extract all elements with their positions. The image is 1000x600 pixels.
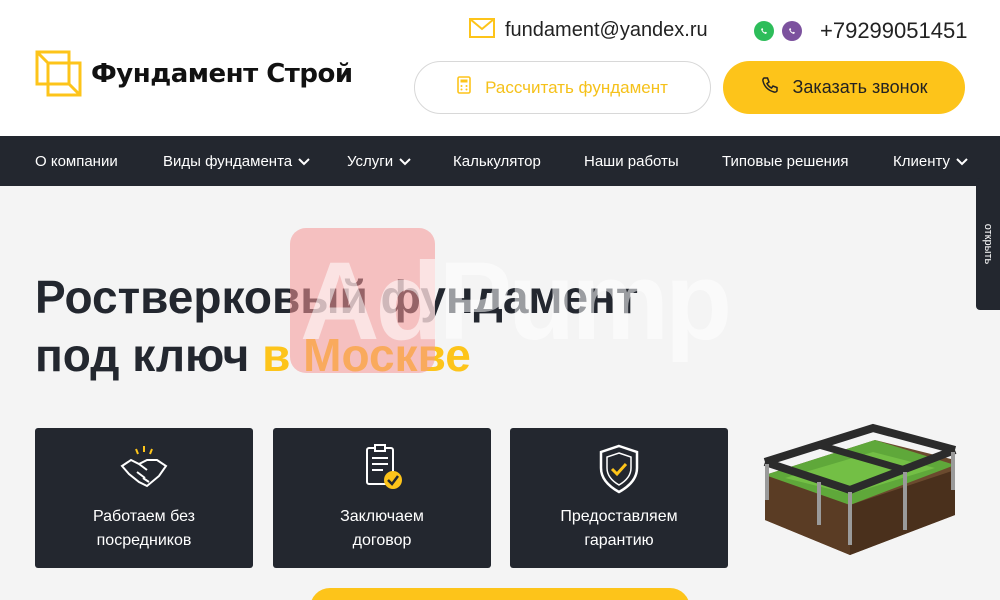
feature-card-contract: Заключаем договор — [273, 428, 491, 568]
email-contact[interactable]: fundament@yandex.ru — [469, 18, 708, 43]
viber-icon[interactable] — [782, 21, 802, 41]
nav-item-about[interactable]: О компании — [35, 136, 118, 186]
calculator-icon — [457, 76, 471, 99]
nav-item-calculator[interactable]: Калькулятор — [453, 136, 541, 186]
logo-mark-icon — [35, 50, 83, 98]
main-navigation: О компании Виды фундамента Услуги Кальку… — [0, 136, 1000, 186]
logo[interactable]: Фундамент Строй — [35, 50, 353, 98]
email-link[interactable]: fundament@yandex.ru — [505, 19, 708, 42]
phone-icon — [761, 76, 779, 99]
phone-link[interactable]: +79299051451 — [820, 18, 967, 44]
nav-item-foundation-types[interactable]: Виды фундамента — [163, 136, 310, 186]
nav-item-label: Виды фундамента — [163, 152, 293, 170]
calculate-foundation-label: Рассчитать фундамент — [485, 77, 668, 97]
side-open-tab-label: открыть — [982, 223, 994, 265]
nav-item-label: Калькулятор — [453, 152, 541, 170]
side-open-tab[interactable]: открыть — [976, 178, 1000, 310]
calculate-foundation-button[interactable]: Рассчитать фундамент — [414, 61, 711, 114]
order-call-label: Заказать звонок — [792, 77, 928, 97]
watermark-text: AdPump — [300, 240, 732, 363]
feature-label: Работаем без посредников — [92, 508, 195, 549]
nav-item-label: Услуги — [347, 152, 394, 170]
foundation-illustration — [755, 420, 965, 570]
chevron-down-icon — [298, 153, 310, 170]
nav-item-label: Типовые решения — [722, 152, 849, 170]
feature-card-guarantee: Предоставляем гарантию — [510, 428, 728, 568]
nav-item-typical-solutions[interactable]: Типовые решения — [722, 136, 848, 186]
phone-contact[interactable]: +79299051451 — [754, 18, 967, 44]
handshake-icon — [117, 442, 171, 496]
mail-icon — [469, 18, 495, 43]
nav-item-our-works[interactable]: Наши работы — [584, 136, 679, 186]
chevron-down-icon — [956, 153, 968, 170]
contract-icon — [355, 442, 409, 496]
nav-item-label: Клиенту — [893, 152, 951, 170]
order-call-button[interactable]: Заказать звонок — [723, 61, 965, 114]
feature-card-no-intermediaries: Работаем без посредников — [35, 428, 253, 568]
hero-title-plain: под ключ — [35, 329, 263, 381]
logo-name: Фундамент Строй — [91, 59, 353, 89]
feature-label: Предоставляем гарантию — [560, 508, 678, 549]
chevron-down-icon — [399, 153, 411, 170]
hero-cta-button[interactable] — [310, 588, 690, 600]
feature-label: Заключаем договор — [340, 508, 424, 549]
nav-item-label: Наши работы — [584, 152, 679, 170]
nav-item-services[interactable]: Услуги — [347, 136, 411, 186]
nav-item-label: О компании — [35, 152, 118, 170]
whatsapp-icon[interactable] — [754, 21, 774, 41]
site-header: Фундамент Строй fundament@yandex.ru +792… — [0, 0, 1000, 136]
nav-item-client[interactable]: Клиенту — [893, 136, 968, 186]
shield-check-icon — [592, 442, 646, 496]
